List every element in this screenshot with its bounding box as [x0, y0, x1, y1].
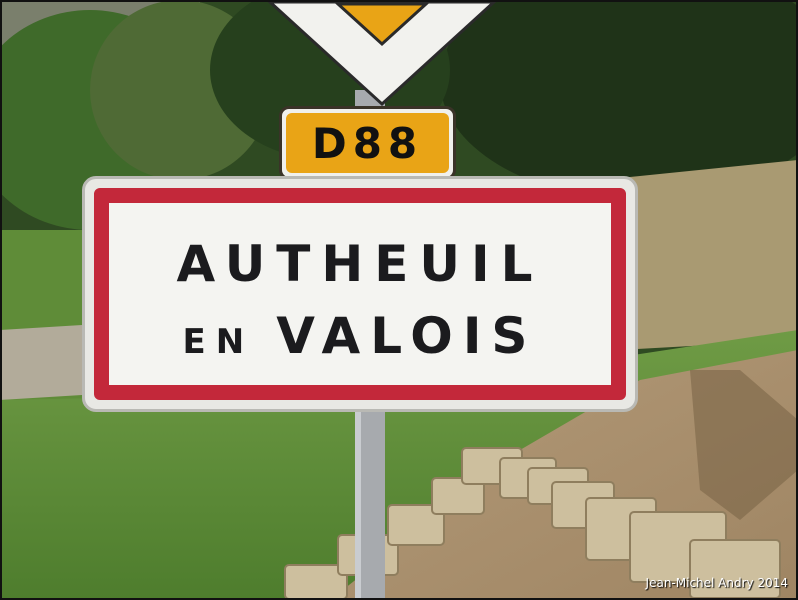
town-sign-red-border: AUTHEUIL EN VALOIS — [94, 188, 626, 400]
town-name-line-2: EN VALOIS — [109, 307, 611, 365]
town-name-main: VALOIS — [276, 307, 538, 365]
road-number-label: D88 — [286, 113, 449, 173]
sign-post-highlight — [355, 395, 361, 600]
town-name-line-1: AUTHEUIL — [176, 235, 544, 293]
road-number-sign: D88 — [279, 106, 456, 180]
road-path — [0, 325, 82, 400]
photo-credit: Jean-Michel Andry 2014 — [645, 576, 788, 590]
photo-frame: D88 AUTHEUIL EN VALOIS Jean-Michel Andry … — [0, 0, 798, 600]
town-entry-sign: AUTHEUIL EN VALOIS — [82, 176, 638, 412]
town-name-prefix: EN — [182, 322, 255, 362]
